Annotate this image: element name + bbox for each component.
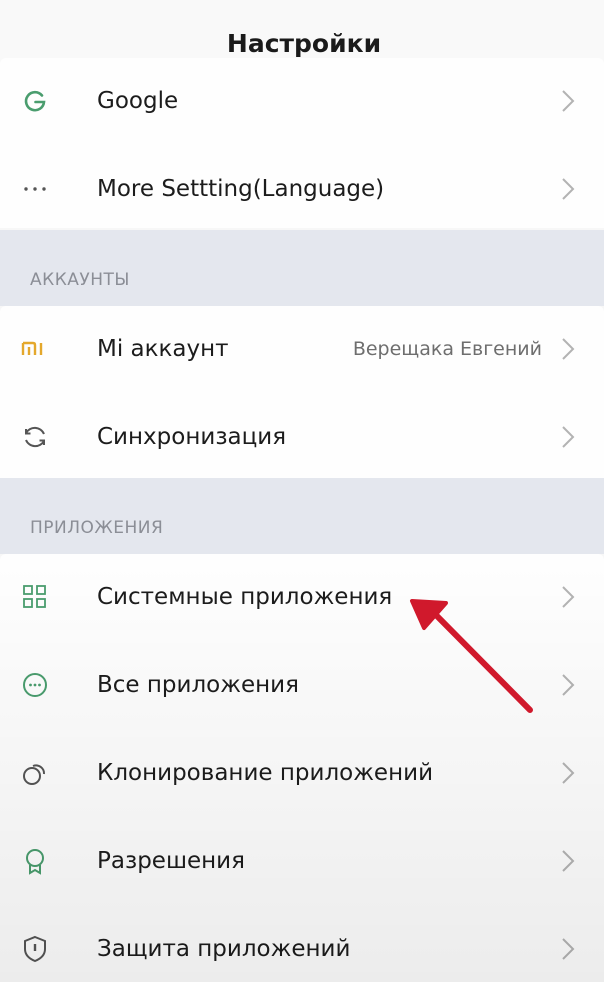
settings-screen: Настройки Google More Settting(Language)… (0, 0, 604, 982)
red-arrow-pointer-icon (410, 599, 533, 713)
